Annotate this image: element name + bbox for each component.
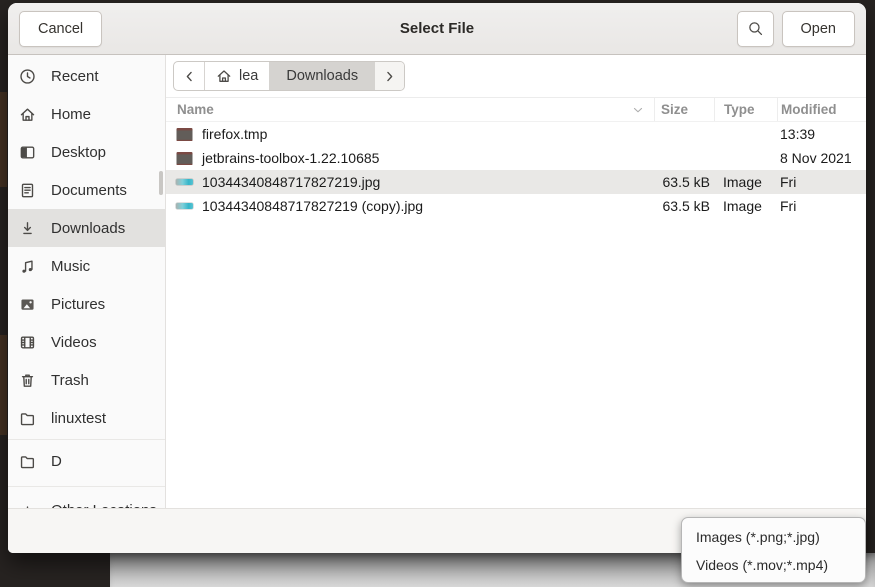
sidebar-item-pictures[interactable]: Pictures bbox=[8, 285, 165, 323]
clock-icon bbox=[19, 68, 36, 85]
column-header-name[interactable]: Name bbox=[166, 98, 654, 121]
path-segment-downloads[interactable]: Downloads bbox=[269, 62, 375, 90]
filter-option-images[interactable]: Images (*.png;*.jpg) bbox=[682, 523, 865, 551]
file-type-cell: Image bbox=[714, 198, 777, 214]
folder-icon bbox=[19, 453, 36, 470]
file-modified-cell: 13:39 bbox=[777, 126, 866, 142]
sidebar-item-label: Home bbox=[51, 106, 91, 123]
column-header-label: Size bbox=[661, 102, 688, 117]
document-icon bbox=[19, 182, 36, 199]
column-header-label: Modified bbox=[781, 102, 837, 117]
image-thumbnail-icon bbox=[176, 199, 193, 214]
column-header-label: Name bbox=[177, 102, 214, 117]
file-row[interactable]: 10344340848717827219.jpg 63.5 kBImageFri bbox=[166, 170, 866, 194]
sidebar-separator bbox=[8, 439, 165, 440]
background-artifact bbox=[0, 335, 7, 435]
folder-icon bbox=[176, 127, 193, 142]
background-artifact bbox=[0, 92, 7, 187]
sidebar-item-label: Recent bbox=[51, 68, 99, 85]
filter-option-videos[interactable]: Videos (*.mov;*.mp4) bbox=[682, 551, 865, 579]
picture-icon bbox=[19, 296, 36, 313]
path-home-label: lea bbox=[239, 68, 258, 84]
path-segment-home[interactable]: lea bbox=[204, 62, 269, 90]
sidebar-item-label: Trash bbox=[51, 372, 89, 389]
file-name-label: 10344340848717827219 (copy).jpg bbox=[202, 198, 423, 214]
sidebar-item-label: Desktop bbox=[51, 144, 106, 161]
dialog-body: Recent Home Desktop Documents Downloads Music… bbox=[8, 55, 866, 553]
search-icon bbox=[747, 20, 764, 37]
folder-icon bbox=[19, 410, 36, 427]
file-modified-cell: 8 Nov 2021 bbox=[777, 150, 866, 166]
path-forward-button[interactable] bbox=[375, 62, 404, 90]
sidebar-item-label: linuxtest bbox=[51, 410, 106, 427]
sidebar-item-label: Videos bbox=[51, 334, 97, 351]
sidebar-scrollbar-thumb[interactable] bbox=[159, 171, 163, 195]
sidebar-item-label: Pictures bbox=[51, 296, 105, 313]
file-list: firefox.tmp 13:39 jetbrains-toolbox-1.22.1… bbox=[166, 122, 866, 553]
breadcrumb: lea Downloads bbox=[173, 61, 405, 91]
sidebar-item-label: Downloads bbox=[51, 220, 125, 237]
sidebar-item-d[interactable]: D bbox=[8, 442, 165, 480]
column-header-type[interactable]: Type bbox=[714, 98, 777, 121]
film-icon bbox=[19, 334, 36, 351]
chevron-right-icon bbox=[381, 68, 398, 85]
folder-icon bbox=[176, 151, 193, 166]
file-modified-cell: Fri bbox=[777, 198, 866, 214]
sidebar-separator bbox=[8, 486, 165, 487]
column-header-size[interactable]: Size bbox=[654, 98, 714, 121]
sidebar-item-label: D bbox=[51, 453, 62, 470]
chevron-down-icon bbox=[631, 103, 645, 117]
column-header-modified[interactable]: Modified bbox=[777, 98, 866, 121]
music-note-icon bbox=[19, 258, 36, 275]
sidebar: Recent Home Desktop Documents Downloads Music… bbox=[8, 55, 166, 553]
file-name-cell: 10344340848717827219 (copy).jpg bbox=[166, 198, 654, 214]
filter-popup: Images (*.png;*.jpg)Videos (*.mov;*.mp4) bbox=[681, 517, 866, 583]
download-icon bbox=[19, 220, 36, 237]
home-icon bbox=[216, 68, 232, 84]
file-size-cell: 63.5 kB bbox=[654, 198, 714, 214]
file-name-label: firefox.tmp bbox=[202, 126, 267, 142]
desktop-icon bbox=[19, 144, 36, 161]
cancel-button[interactable]: Cancel bbox=[19, 11, 102, 47]
sidebar-item-downloads[interactable]: Downloads bbox=[8, 209, 165, 247]
sidebar-item-linuxtest[interactable]: linuxtest bbox=[8, 399, 165, 437]
sidebar-item-home[interactable]: Home bbox=[8, 95, 165, 133]
sidebar-item-trash[interactable]: Trash bbox=[8, 361, 165, 399]
open-button[interactable]: Open bbox=[782, 11, 855, 47]
sidebar-item-desktop[interactable]: Desktop bbox=[8, 133, 165, 171]
file-type-cell: Image bbox=[714, 174, 777, 190]
file-row[interactable]: 10344340848717827219 (copy).jpg 63.5 kBIm… bbox=[166, 194, 866, 218]
pathbar-strip: lea Downloads bbox=[166, 55, 866, 98]
header-actions: Open bbox=[737, 11, 855, 47]
path-back-button[interactable] bbox=[174, 62, 204, 90]
home-icon bbox=[19, 106, 36, 123]
main-pane: lea Downloads Name Size Type Modified firef… bbox=[166, 55, 866, 553]
file-modified-cell: Fri bbox=[777, 174, 866, 190]
screen: { "window": { "title": "Select File" }, … bbox=[0, 0, 875, 587]
file-row[interactable]: jetbrains-toolbox-1.22.10685 8 Nov 2021 bbox=[166, 146, 866, 170]
file-name-label: 10344340848717827219.jpg bbox=[202, 174, 380, 190]
sidebar-item-label: Music bbox=[51, 258, 90, 275]
file-name-cell: 10344340848717827219.jpg bbox=[166, 174, 654, 190]
column-header-label: Type bbox=[724, 102, 755, 117]
chevron-left-icon bbox=[181, 68, 198, 85]
header-bar: Cancel Select File Open bbox=[8, 3, 866, 55]
search-button[interactable] bbox=[737, 11, 774, 47]
image-thumbnail-icon bbox=[176, 175, 193, 190]
sidebar-item-documents[interactable]: Documents bbox=[8, 171, 165, 209]
file-row[interactable]: firefox.tmp 13:39 bbox=[166, 122, 866, 146]
file-size-cell: 63.5 kB bbox=[654, 174, 714, 190]
file-name-cell: jetbrains-toolbox-1.22.10685 bbox=[166, 150, 654, 166]
sidebar-item-videos[interactable]: Videos bbox=[8, 323, 165, 361]
file-name-label: jetbrains-toolbox-1.22.10685 bbox=[202, 150, 379, 166]
sidebar-item-music[interactable]: Music bbox=[8, 247, 165, 285]
sidebar-item-label: Documents bbox=[51, 182, 127, 199]
sidebar-item-recent[interactable]: Recent bbox=[8, 57, 165, 95]
trash-icon bbox=[19, 372, 36, 389]
file-chooser-dialog: Cancel Select File Open Recent Home Deskto… bbox=[8, 3, 866, 553]
list-header: Name Size Type Modified bbox=[166, 98, 866, 122]
file-name-cell: firefox.tmp bbox=[166, 126, 654, 142]
